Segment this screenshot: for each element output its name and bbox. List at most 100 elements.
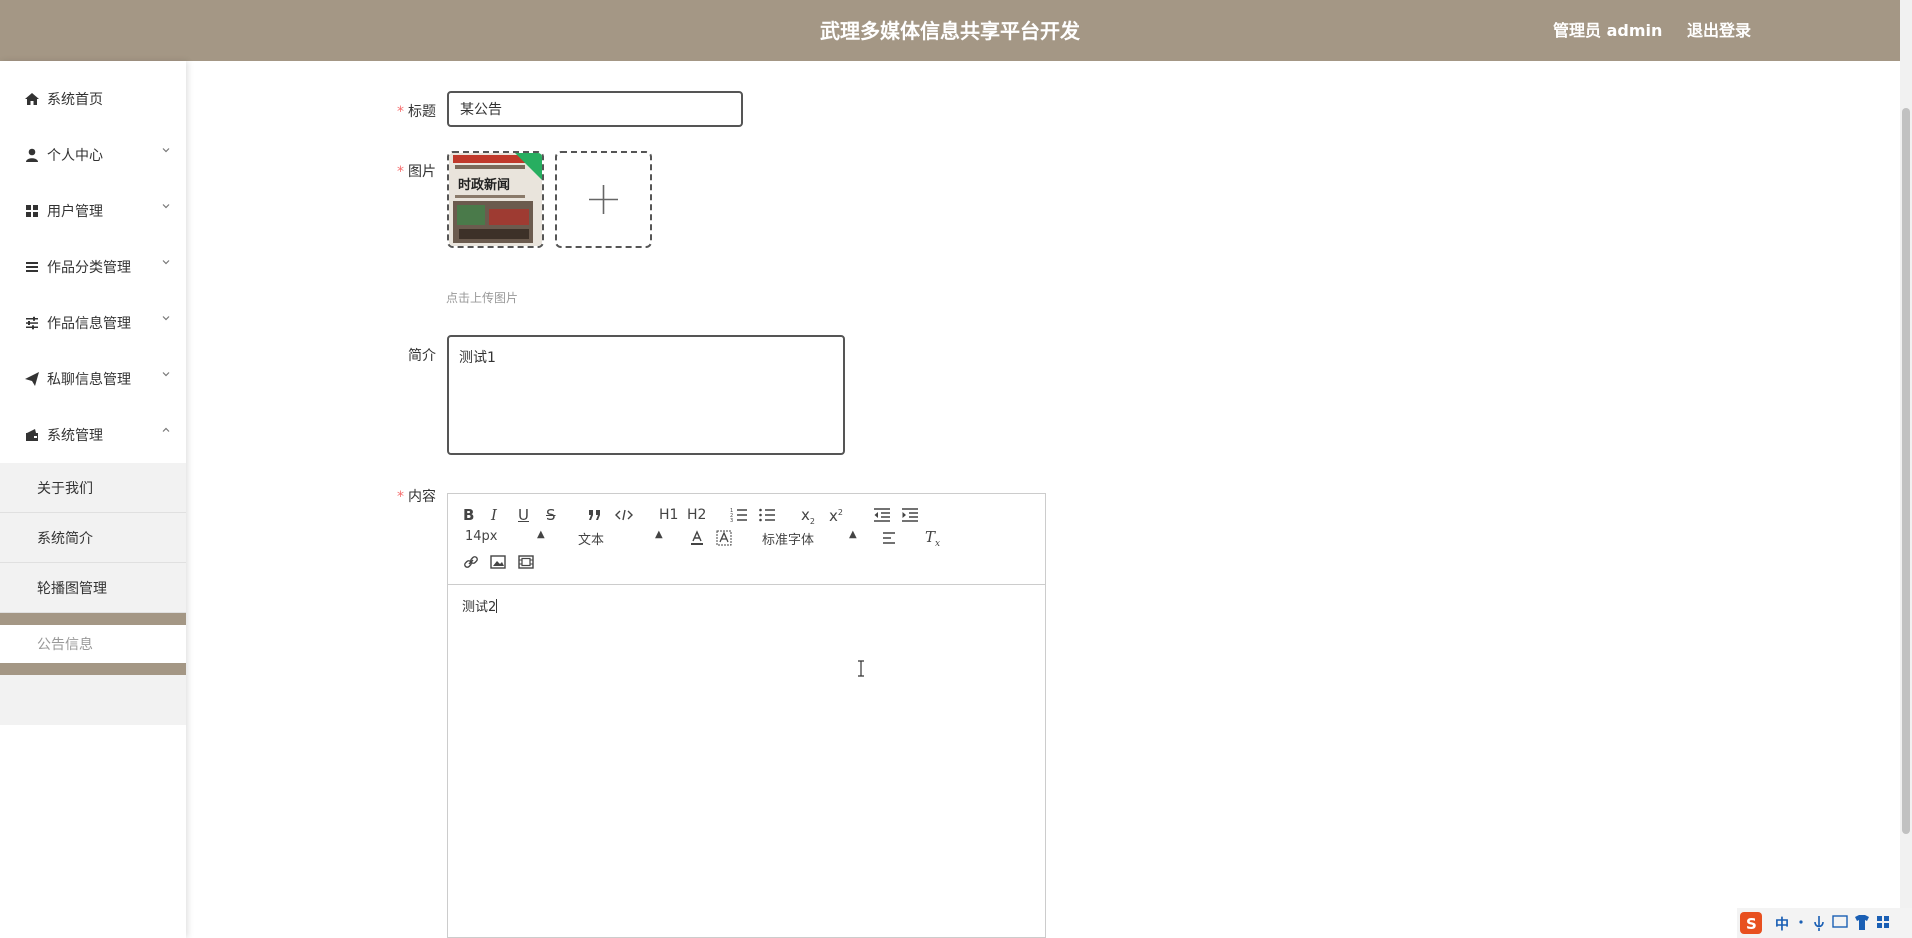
punctuation-icon[interactable]	[1799, 920, 1803, 924]
subscript-button[interactable]: x2	[801, 506, 815, 531]
image-label: * 图片	[346, 161, 436, 181]
bold-button[interactable]: B	[463, 506, 474, 524]
background-color-icon[interactable]	[716, 530, 732, 546]
sogou-logo-letter: S	[1746, 915, 1757, 933]
grid-icon	[26, 205, 38, 217]
superscript-button[interactable]: x2	[829, 504, 843, 525]
sidebar-item-private-message-management[interactable]: 私聊信息管理	[0, 352, 186, 408]
sidebar-item-label: 用户管理	[47, 204, 103, 220]
font-size-select[interactable]: 14px ▲	[465, 529, 545, 544]
sidebar: 系统首页 个人中心 用户管理 作品分类管理 作品信息管理 私聊信息管理 系统管理…	[0, 61, 186, 938]
text-caret	[496, 599, 498, 613]
user-icon	[26, 148, 38, 162]
font-family-value: 标准字体	[762, 533, 815, 548]
ime-tray[interactable]: S 中	[1737, 908, 1912, 938]
required-mark: *	[397, 104, 404, 120]
upload-hint: 点击上传图片	[446, 291, 519, 305]
active-indicator-top	[0, 613, 186, 625]
bullet-list-icon[interactable]	[758, 507, 776, 523]
font-family-select[interactable]: 标准字体 ▲	[762, 529, 857, 548]
content-label: * 内容	[346, 486, 436, 506]
sidebar-subitem-label: 轮播图管理	[37, 581, 107, 597]
sidebar-item-label: 系统管理	[47, 428, 103, 444]
intro-textarea[interactable]: 测试1	[447, 335, 845, 455]
header-select-value: 文本	[578, 533, 605, 548]
heading2-button[interactable]: H2	[687, 506, 706, 524]
chevron-up-icon	[162, 427, 170, 432]
select-arrows-icon: ▲	[537, 529, 545, 540]
sidebar-subitem-label: 系统简介	[37, 531, 93, 547]
chevron-down-icon	[162, 148, 170, 153]
svg-text:3: 3	[730, 518, 733, 523]
clear-format-button[interactable]: Tx	[925, 528, 940, 553]
strikethrough-button[interactable]: S	[546, 506, 556, 524]
send-icon	[25, 372, 39, 386]
sidebar-subitem-label: 关于我们	[37, 481, 93, 497]
admin-label: 管理员 admin	[1553, 21, 1663, 40]
required-mark: *	[397, 164, 404, 180]
sidebar-subitem-about-us[interactable]: 关于我们	[0, 463, 186, 513]
link-icon[interactable]	[463, 554, 479, 570]
font-size-value: 14px	[465, 529, 498, 544]
header-select[interactable]: 文本 ▲	[578, 529, 663, 548]
sidebar-item-home[interactable]: 系统首页	[0, 72, 186, 128]
plus-icon	[589, 185, 618, 214]
sidebar-subitem-announcement[interactable]: 公告信息	[0, 625, 186, 663]
editor-content-text: 测试2	[462, 600, 497, 615]
sliders-icon	[26, 316, 38, 330]
chevron-down-icon	[162, 316, 170, 321]
underline-button[interactable]: U	[518, 506, 529, 524]
sidebar-item-label: 系统首页	[47, 92, 103, 108]
sidebar-item-label: 个人中心	[47, 148, 103, 164]
blockquote-icon[interactable]	[587, 508, 603, 522]
content-label-text: 内容	[408, 489, 436, 505]
list-icon	[26, 262, 38, 272]
sidebar-item-label: 作品分类管理	[47, 260, 131, 276]
title-label-text: 标题	[408, 104, 436, 120]
italic-button[interactable]: I	[491, 506, 497, 524]
sidebar-item-label: 私聊信息管理	[47, 372, 131, 388]
chevron-down-icon	[162, 204, 170, 209]
text-cursor-icon	[858, 660, 864, 677]
uploaded-image-thumbnail[interactable]: 时政新闻	[447, 151, 544, 248]
chevron-down-icon	[162, 260, 170, 265]
video-icon[interactable]	[518, 555, 534, 569]
align-icon[interactable]	[882, 531, 898, 545]
system-submenu: 关于我们 系统简介 轮播图管理 公告信息	[0, 463, 186, 725]
editor-content[interactable]: 测试2	[462, 596, 498, 615]
required-mark: *	[397, 489, 404, 505]
add-image-button[interactable]	[555, 151, 652, 248]
sidebar-subitem-system-intro[interactable]: 系统简介	[0, 513, 186, 563]
sidebar-item-category-management[interactable]: 作品分类管理	[0, 240, 186, 296]
intro-label: 简介	[408, 348, 436, 364]
title-label: * 标题	[346, 101, 436, 121]
select-arrows-icon: ▲	[849, 529, 857, 540]
code-block-icon[interactable]	[615, 508, 633, 522]
sidebar-item-personal-center[interactable]: 个人中心	[0, 128, 186, 184]
active-indicator-bottom	[0, 663, 186, 675]
sidebar-item-label: 作品信息管理	[47, 316, 131, 332]
scrollbar-thumb[interactable]	[1902, 108, 1910, 834]
sidebar-item-work-info-management[interactable]: 作品信息管理	[0, 296, 186, 352]
indent-icon[interactable]	[901, 507, 919, 523]
sidebar-item-system-management[interactable]: 系统管理	[0, 408, 186, 464]
toolbox-icon[interactable]	[1877, 916, 1882, 921]
chevron-down-icon	[162, 372, 170, 377]
sidebar-subitem-carousel-management[interactable]: 轮播图管理	[0, 563, 186, 613]
font-color-icon[interactable]	[689, 530, 705, 546]
heading1-button[interactable]: H1	[659, 506, 678, 524]
page-scrollbar[interactable]	[1900, 0, 1912, 938]
image-icon[interactable]	[490, 555, 506, 569]
sidebar-subitem-label: 公告信息	[37, 637, 93, 653]
editor-toolbar: B I U S H1 H2 123 x2 x2 14px ▲ 文本 ▲ 标准字体…	[448, 494, 1045, 585]
sidebar-item-user-management[interactable]: 用户管理	[0, 184, 186, 240]
ordered-list-icon[interactable]: 123	[730, 507, 748, 523]
image-label-text: 图片	[408, 164, 436, 180]
news-cover-image: 时政新闻	[449, 153, 542, 246]
outdent-icon[interactable]	[873, 507, 891, 523]
rich-text-editor: B I U S H1 H2 123 x2 x2 14px ▲ 文本 ▲ 标准字体…	[447, 493, 1046, 938]
title-input[interactable]	[447, 91, 743, 127]
ime-chinese-mode[interactable]: 中	[1775, 916, 1789, 933]
logout-link[interactable]: 退出登录	[1687, 0, 1751, 61]
thumb-text: 时政新闻	[458, 177, 510, 193]
